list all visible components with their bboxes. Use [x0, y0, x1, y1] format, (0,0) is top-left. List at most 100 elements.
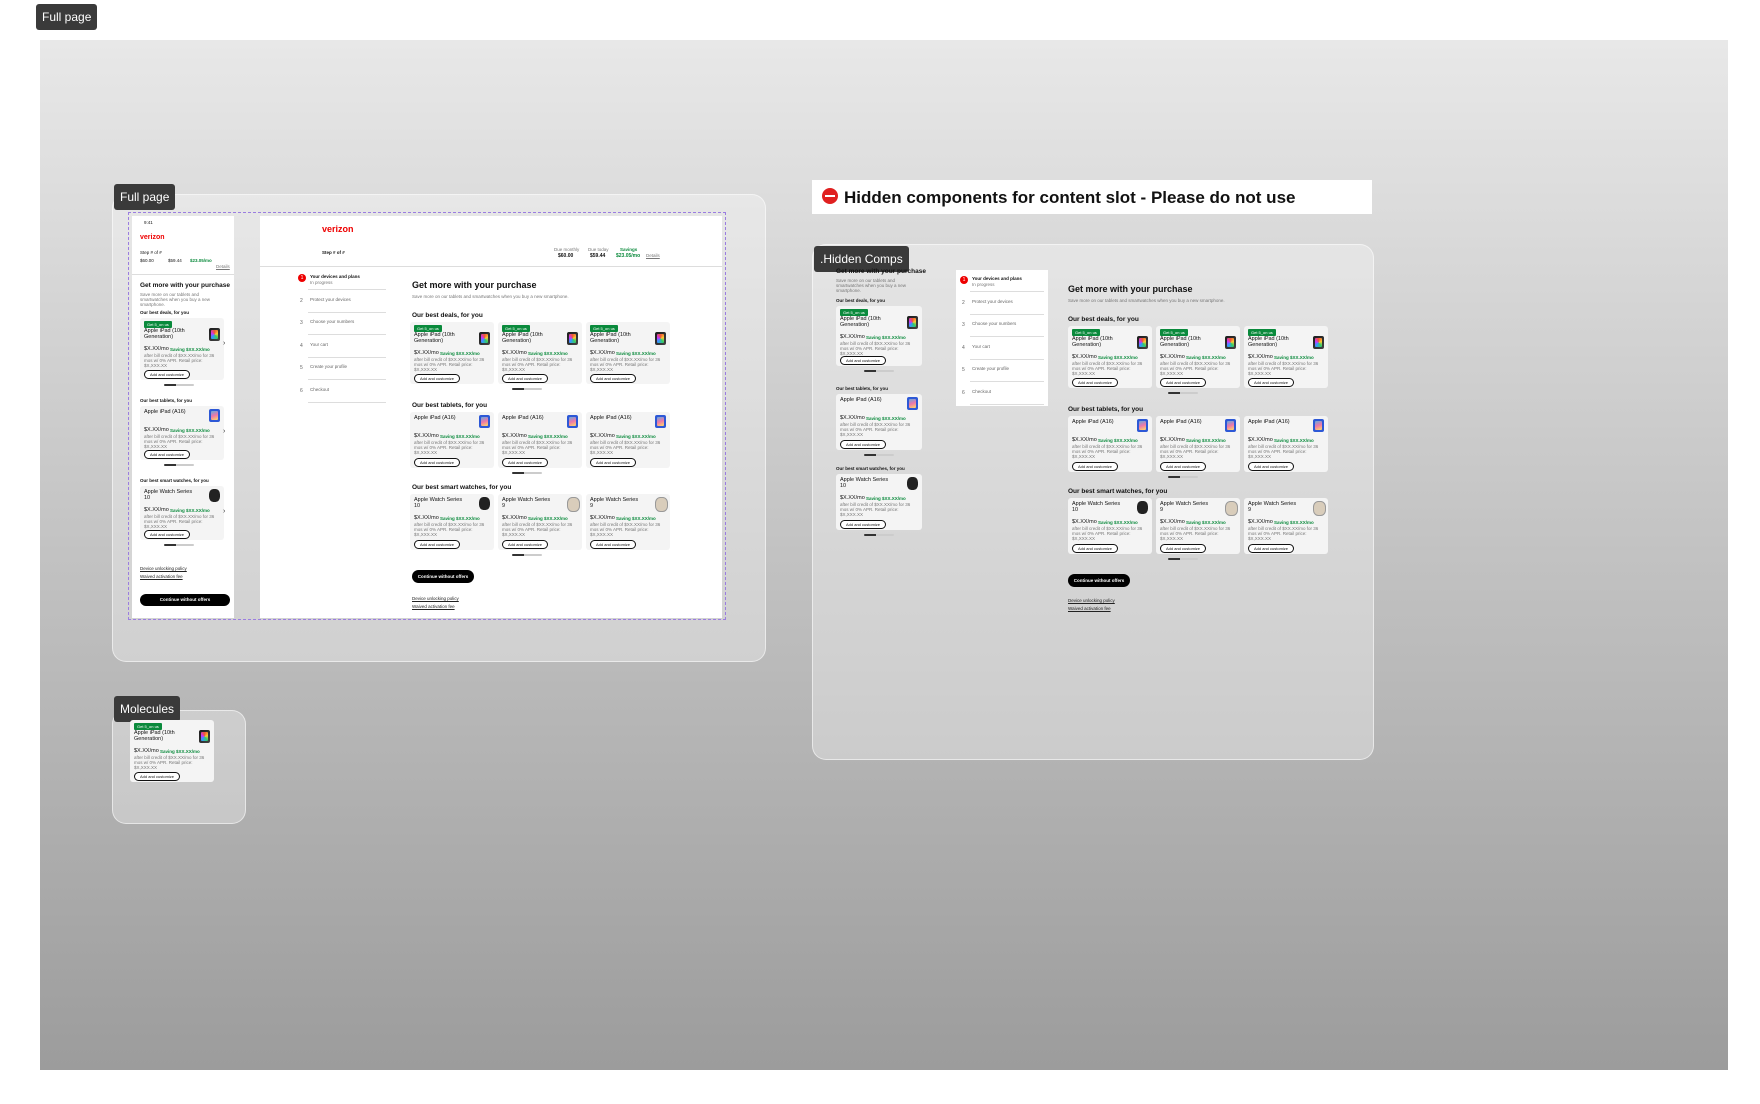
canvas-label[interactable]: Full page [36, 4, 98, 30]
hidden-unlocking-link[interactable]: Device unlocking policy [1068, 598, 1115, 603]
step-label[interactable]: Create your profile [310, 364, 347, 369]
device-unlocking-link-mobile[interactable]: Device unlocking policy [140, 566, 187, 571]
step-label[interactable]: Your cart [310, 342, 328, 347]
saving-text: Saving $XX.XX/mo [866, 496, 906, 501]
step-label[interactable]: Protect your devices [972, 299, 1013, 304]
offer-card[interactable]: Apple Watch Series 10 $X.XX/mo Saving $XX.… [836, 474, 922, 530]
full-page-section-label[interactable]: Full page [114, 184, 176, 210]
offer-card[interactable]: Get 5_on us Apple iPad (10th Generation) $… [1244, 326, 1328, 388]
saving-text: Saving $XX.XX/mo [616, 434, 656, 439]
carousel-dots-mobile[interactable] [164, 544, 194, 546]
offer-card[interactable]: Get 5_on us Apple iPad (10th Generation) $… [498, 322, 582, 384]
offer-card[interactable]: Get 5_on us Apple iPad (10th Generation) $… [1156, 326, 1240, 388]
step-divider [308, 356, 386, 358]
details-link-mobile[interactable]: Details [216, 264, 230, 269]
hidden-continue-button[interactable]: Continue without offers [1068, 574, 1130, 587]
add-and-customize-button[interactable]: Add and customize [1072, 462, 1119, 471]
carousel-dots[interactable] [512, 388, 542, 390]
offer-card[interactable]: Get 5_on us Apple iPad (10th Generation) $… [836, 306, 922, 366]
continue-without-offers-button[interactable]: Continue without offers [412, 570, 474, 583]
step-label[interactable]: Create your profile [972, 366, 1009, 371]
add-and-customize-button[interactable]: Add and customize [1248, 544, 1295, 553]
offer-card[interactable]: Apple iPad (A16) $X.XX/mo Saving $XX.XX/mo… [498, 412, 582, 468]
molecules-section-label[interactable]: Molecules [114, 696, 181, 722]
hidden-carousel-dots[interactable] [864, 454, 894, 456]
add-and-customize-button[interactable]: Add and customize [1072, 378, 1119, 387]
add-and-customize-button[interactable]: Add and customize [590, 458, 637, 467]
waived-fee-link-mobile[interactable]: Waived activation fee [140, 574, 183, 579]
step-label[interactable]: Protect your devices [310, 297, 351, 302]
step-label[interactable]: Your devices and plans [972, 276, 1022, 281]
add-and-customize-button[interactable]: Add and customize [1072, 544, 1119, 553]
add-and-customize-button[interactable]: Add and customize [414, 458, 461, 467]
offer-card[interactable]: Apple Watch Series 9 $X.XX/mo Saving $XX.X… [498, 494, 582, 550]
carousel-dots[interactable] [512, 554, 542, 556]
fine-print: after bill credit of $XX.XX/mo for 36 mo… [590, 522, 661, 537]
fine-print: after bill credit of $XX.XX/mo for 36 mo… [1248, 361, 1319, 376]
add-and-customize-button[interactable]: Add and customize [144, 450, 191, 459]
offer-card[interactable]: Apple iPad (A16) $X.XX/mo Saving $XX.XX/mo… [410, 412, 494, 468]
waived-fee-link[interactable]: Waived activation fee [412, 604, 455, 609]
step-label[interactable]: Choose your numbers [310, 319, 354, 324]
carousel-dots-mobile[interactable] [164, 464, 194, 466]
carousel-next-icon[interactable]: › [223, 340, 225, 347]
hidden-carousel-dots[interactable] [1168, 558, 1198, 560]
offer-card[interactable]: Apple Watch Series 9 $X.XX/mo Saving $XX.X… [1156, 498, 1240, 554]
add-and-customize-button[interactable]: Add and customize [1160, 378, 1207, 387]
offer-card[interactable]: Apple Watch Series 9 $X.XX/mo Saving $XX.X… [586, 494, 670, 550]
add-and-customize-button[interactable]: Add and customize [1160, 544, 1207, 553]
add-and-customize-button[interactable]: Add and customize [414, 374, 461, 383]
warning-banner: Hidden components for content slot - Ple… [812, 180, 1372, 214]
add-and-customize-button[interactable]: Add and customize [144, 530, 191, 539]
add-and-customize-button[interactable]: Add and customize [502, 540, 549, 549]
add-and-customize-button[interactable]: Add and customize [840, 440, 887, 449]
step-divider [970, 291, 1044, 292]
add-and-customize-button[interactable]: Add and customize [1248, 462, 1295, 471]
add-and-customize-button[interactable]: Add and customize [502, 458, 549, 467]
carousel-dots[interactable] [512, 472, 542, 474]
offer-card[interactable]: Apple iPad (A16) $X.XX/mo Saving $XX.XX/mo… [1068, 416, 1152, 472]
hidden-carousel-dots[interactable] [864, 370, 894, 372]
carousel-dots-mobile[interactable] [164, 384, 194, 386]
offer-card[interactable]: Apple iPad (A16) $X.XX/mo Saving $XX.XX/mo… [1244, 416, 1328, 472]
add-and-customize-button[interactable]: Add and customize [590, 540, 637, 549]
offer-card[interactable]: Apple iPad (A16) $X.XX/mo Saving $XX.XX/mo… [586, 412, 670, 468]
offer-card[interactable]: Get 5_on us Apple iPad (10th Generation) $… [410, 322, 494, 384]
offer-card[interactable]: Apple Watch Series 10 $X.XX/mo Saving $XX.… [410, 494, 494, 550]
offer-card[interactable]: Get 5_on us Apple iPad (10th Generation) $… [586, 322, 670, 384]
offer-card[interactable]: Apple iPad (A16) $X.XX/mo Saving $XX.XX/mo… [836, 394, 922, 450]
add-and-customize-button[interactable]: Add and customize [1160, 462, 1207, 471]
add-and-customize-button[interactable]: Add and customize [840, 520, 887, 529]
add-and-customize-button[interactable]: Add and customize [502, 374, 549, 383]
add-and-customize-button[interactable]: Add and customize [590, 374, 637, 383]
device-image [479, 497, 490, 510]
offer-card[interactable]: Apple Watch Series 10 $X.XX/mo Saving $XX.… [1068, 498, 1152, 554]
continue-button-mobile[interactable]: Continue without offers [140, 594, 230, 606]
offer-card[interactable]: Get 5_on us Apple iPad (10th Generation) $… [130, 720, 214, 782]
add-and-customize-button[interactable]: Add and customize [144, 370, 191, 379]
carousel-next-icon[interactable]: › [223, 508, 225, 515]
offer-card[interactable]: Apple iPad (A16) $X.XX/mo Saving $XX.XX/mo… [140, 406, 224, 460]
step-label[interactable]: Choose your numbers [972, 321, 1016, 326]
hidden-carousel-dots[interactable] [1168, 476, 1198, 478]
add-and-customize-button[interactable]: Add and customize [1248, 378, 1295, 387]
step-label[interactable]: Checkout [310, 387, 329, 392]
hidden-carousel-dots[interactable] [1168, 392, 1198, 394]
details-link[interactable]: Details [646, 253, 660, 258]
price-text: $X.XX/mo [414, 433, 439, 439]
add-and-customize-button[interactable]: Add and customize [134, 772, 181, 781]
offer-card[interactable]: Apple Watch Series 10 $X.XX/mo Saving $XX.… [140, 486, 224, 540]
add-and-customize-button[interactable]: Add and customize [840, 356, 887, 365]
offer-card[interactable]: Get 5_on us Apple iPad (10th Generation) $… [140, 318, 224, 380]
carousel-next-icon[interactable]: › [223, 428, 225, 435]
hidden-carousel-dots[interactable] [864, 534, 894, 536]
add-and-customize-button[interactable]: Add and customize [414, 540, 461, 549]
offer-card[interactable]: Get 5_on us Apple iPad (10th Generation) $… [1068, 326, 1152, 388]
hidden-waived-link[interactable]: Waived activation fee [1068, 606, 1111, 611]
device-unlocking-link[interactable]: Device unlocking policy [412, 596, 459, 601]
offer-card[interactable]: Apple Watch Series 9 $X.XX/mo Saving $XX.X… [1244, 498, 1328, 554]
step-label[interactable]: Checkout [972, 389, 991, 394]
step-label[interactable]: Your cart [972, 344, 990, 349]
step-label[interactable]: Your devices and plans [310, 274, 360, 279]
offer-card[interactable]: Apple iPad (A16) $X.XX/mo Saving $XX.XX/mo… [1156, 416, 1240, 472]
